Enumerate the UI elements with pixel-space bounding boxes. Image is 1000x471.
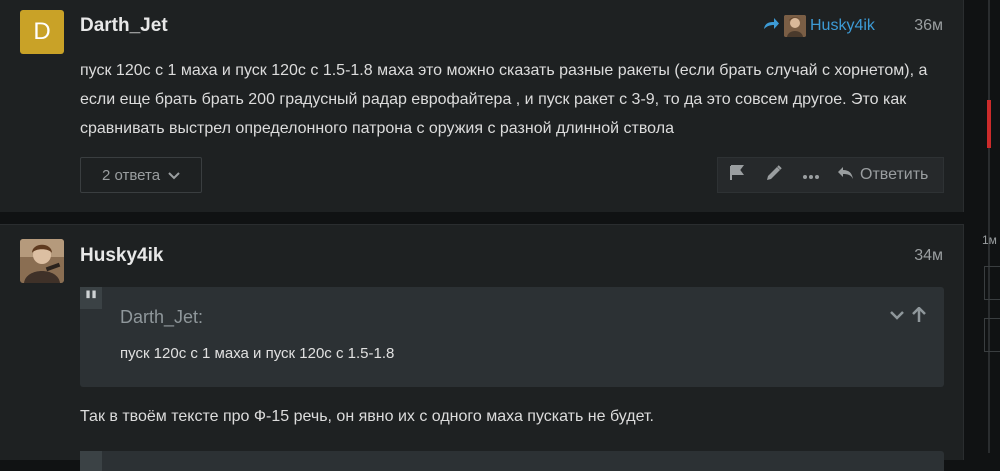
reply-arrow-icon — [762, 17, 780, 36]
reply-to-link[interactable]: Husky4ik — [762, 15, 875, 37]
edit-button[interactable] — [755, 158, 792, 192]
timeline-handle[interactable] — [987, 100, 991, 148]
pencil-icon — [765, 164, 783, 187]
quote-author[interactable]: Darth_Jet: — [120, 307, 203, 328]
post-time[interactable]: 36м — [914, 17, 943, 35]
arrow-up-icon — [912, 306, 926, 327]
show-replies-button[interactable]: 2 ответа — [80, 157, 202, 193]
reply-to-avatar — [784, 15, 806, 37]
timeline-track[interactable] — [988, 0, 990, 453]
quote-controls — [890, 306, 926, 328]
replies-label: 2 ответа — [101, 166, 161, 184]
post-actions: Ответить — [717, 157, 944, 193]
flag-button[interactable] — [718, 158, 755, 192]
quote-icon — [80, 451, 102, 471]
quote-text: пуск 120с с 1 маха и пуск 120с с 1.5-1.8 — [120, 345, 395, 362]
timeline-jump-top[interactable] — [984, 266, 1000, 300]
post-husky4ik: Husky4ik 34м " Darth_Jet: пуск 120с с 1 … — [0, 224, 964, 471]
reply-label: Ответить — [860, 166, 929, 183]
post-body: пуск 120с с 1 маха и пуск 120с с 1.5-1.8… — [80, 62, 928, 137]
reply-to-username: Husky4ik — [810, 17, 875, 34]
timeline-label: 1м — [982, 233, 997, 247]
quote-icon: " — [80, 287, 102, 317]
post-username[interactable]: Husky4ik — [80, 245, 163, 267]
post-username[interactable]: Darth_Jet — [80, 15, 168, 37]
avatar-letter: D — [33, 18, 51, 45]
reply-icon — [837, 166, 854, 185]
post-body: Так в твоём тексте про Ф-15 речь, он явн… — [80, 408, 654, 425]
quote-block: " Darth_Jet: пуск 120с с 1 маха и пуск 1… — [80, 287, 944, 387]
more-button[interactable] — [792, 158, 829, 192]
timeline-jump-bottom[interactable] — [984, 318, 1000, 352]
quote-block-partial — [80, 451, 944, 471]
expand-quote-button[interactable] — [890, 307, 904, 328]
post-darth-jet: D Darth_Jet Husky4ik 36м пуск 120с с 1 м… — [0, 0, 964, 212]
flag-icon — [729, 164, 745, 186]
go-to-quote-button[interactable] — [912, 306, 926, 328]
more-dots-icon — [802, 166, 819, 184]
post-time[interactable]: 34м — [914, 247, 943, 265]
reply-button[interactable]: Ответить — [829, 166, 928, 185]
avatar[interactable]: D — [20, 10, 64, 54]
chevron-down-icon — [890, 307, 904, 324]
avatar[interactable] — [20, 239, 64, 283]
chevron-down-icon — [168, 167, 180, 184]
